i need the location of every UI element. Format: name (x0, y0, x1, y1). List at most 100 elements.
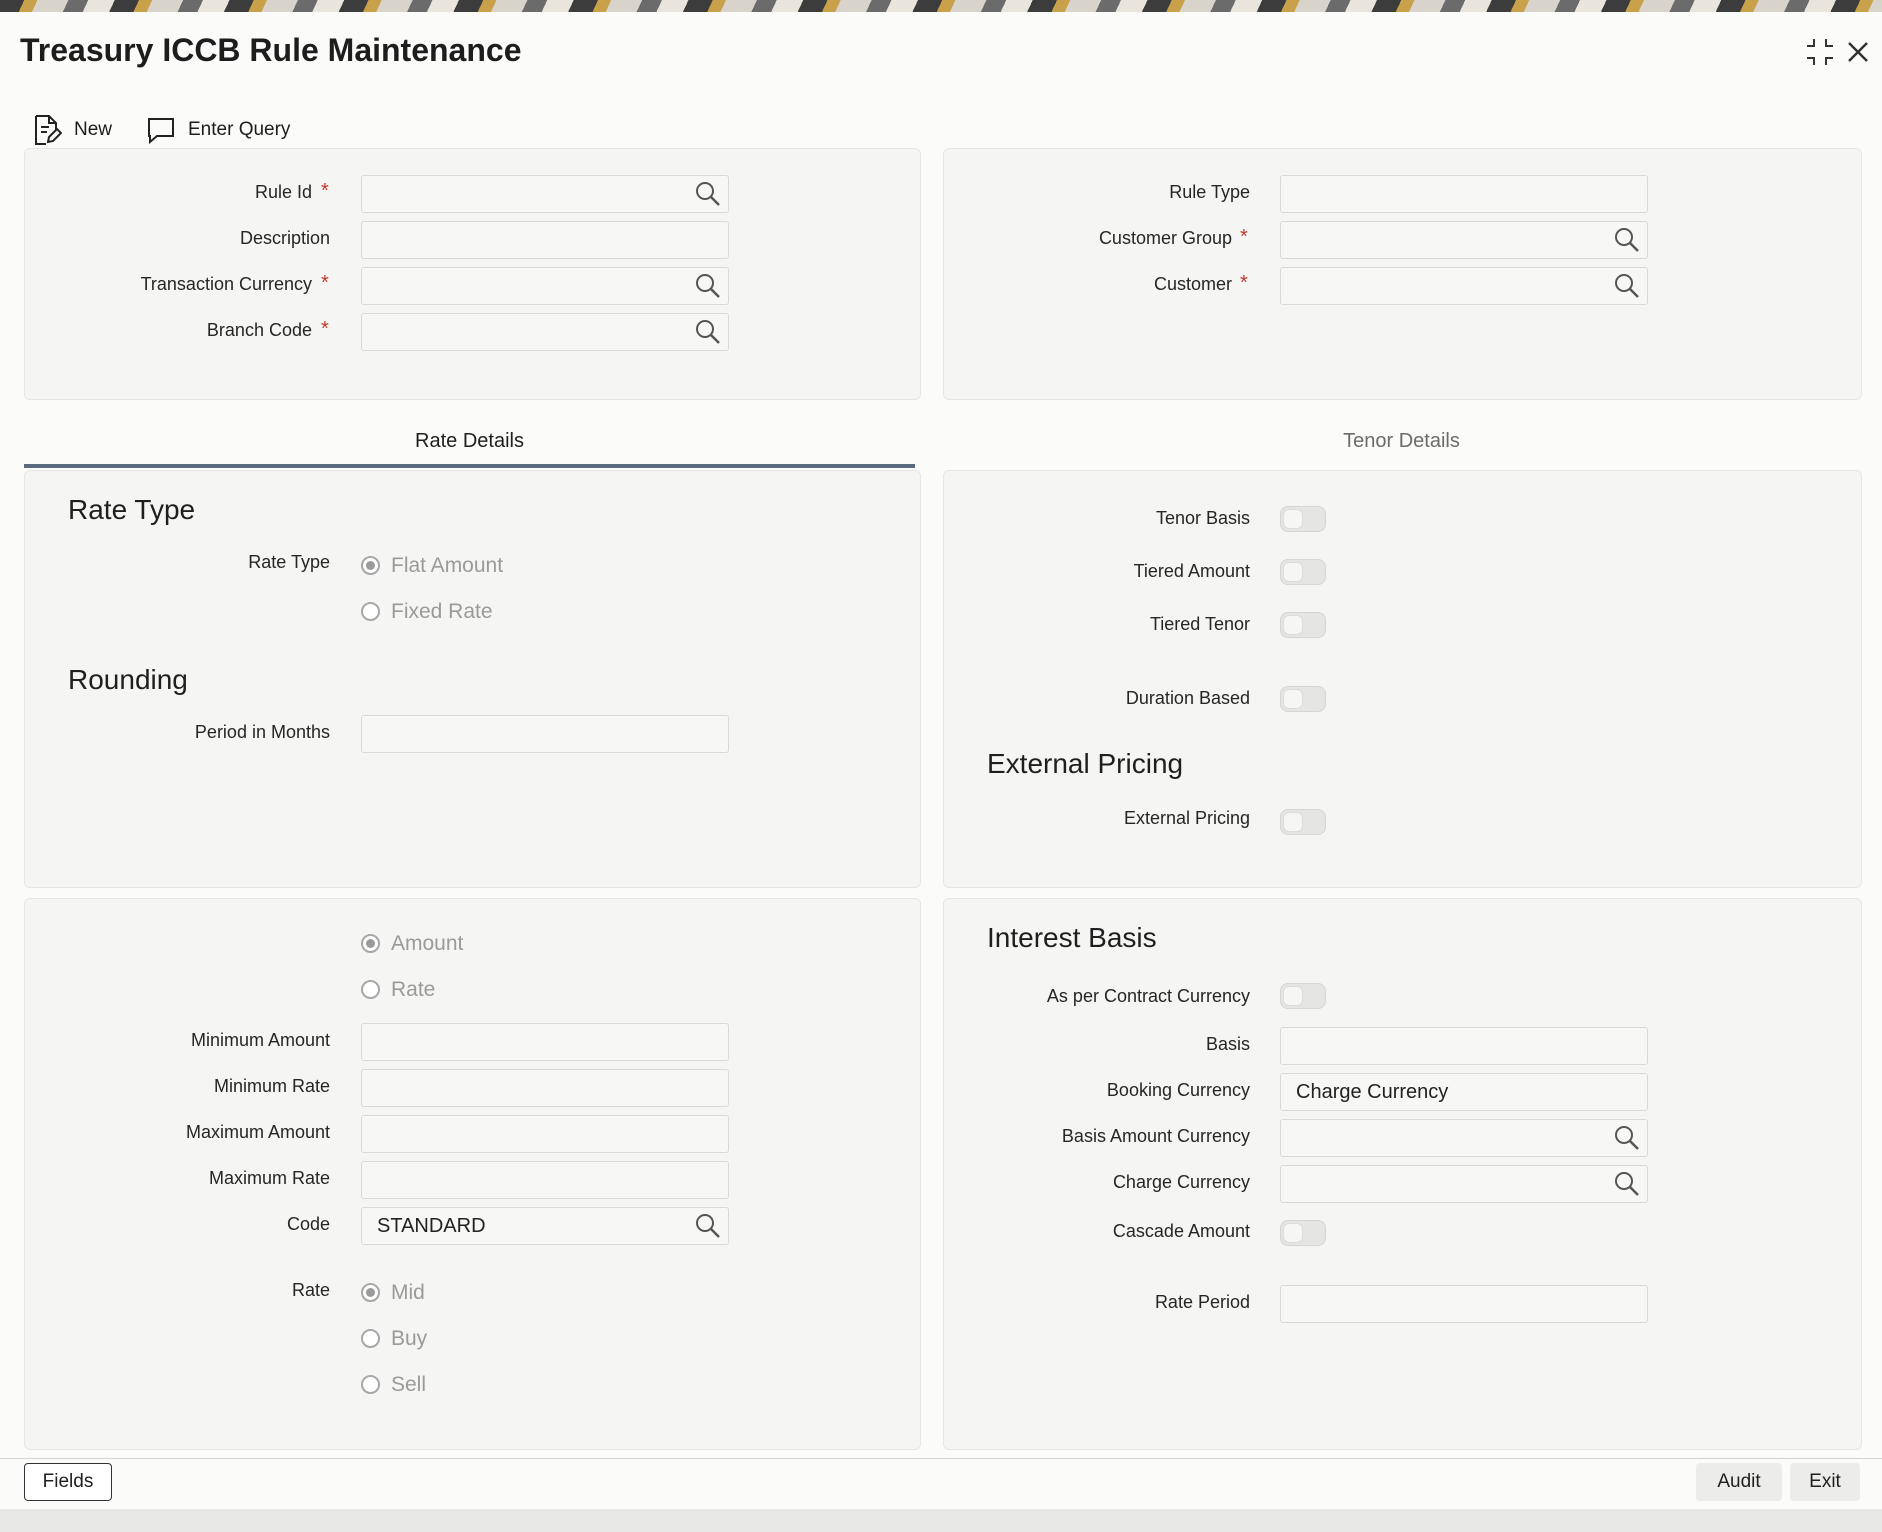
charge-currency-label: Charge Currency (1112, 1172, 1250, 1192)
transaction-currency-input[interactable] (361, 267, 729, 305)
rate-type-label: Rate Type (248, 552, 330, 572)
search-icon[interactable] (694, 1212, 722, 1240)
tenor-basis-toggle[interactable] (1280, 506, 1326, 532)
basis-amount-currency-label: Basis Amount Currency (1061, 1126, 1250, 1146)
branch-code-input[interactable] (361, 313, 729, 351)
charge-currency-input[interactable] (1280, 1165, 1648, 1203)
customer-group-input[interactable] (1280, 221, 1648, 259)
mid-option-label: Mid (391, 1281, 425, 1304)
maximize-icon[interactable] (1804, 36, 1836, 68)
rate-radio[interactable] (361, 980, 380, 999)
maximum-rate-label: Maximum Rate (208, 1168, 330, 1188)
active-tab-indicator (24, 464, 915, 468)
code-input[interactable]: STANDARD (361, 1207, 729, 1245)
exit-button[interactable]: Exit (1790, 1463, 1860, 1501)
rate-type-heading: Rate Type (68, 494, 196, 525)
rate-period-input[interactable] (1280, 1285, 1648, 1323)
flat-amount-label: Flat Amount (391, 554, 504, 577)
external-pricing-toggle[interactable] (1280, 809, 1326, 835)
basis-input[interactable] (1280, 1027, 1648, 1065)
required-marker: * (1240, 226, 1248, 248)
fixed-rate-radio[interactable] (361, 602, 380, 621)
maximum-amount-input[interactable] (361, 1115, 729, 1153)
minimum-amount-label: Minimum Amount (190, 1030, 330, 1050)
top-banner (0, 0, 1882, 12)
mid-radio[interactable] (361, 1283, 380, 1302)
required-marker: * (321, 272, 329, 294)
code-label: Code (286, 1214, 330, 1234)
new-document-icon (35, 115, 62, 145)
maximum-rate-input[interactable] (361, 1161, 729, 1199)
basis-amount-currency-input[interactable] (1280, 1119, 1648, 1157)
flat-amount-radio[interactable] (361, 556, 380, 575)
duration-based-toggle[interactable] (1280, 686, 1326, 712)
customer-input[interactable] (1280, 267, 1648, 305)
rounding-heading: Rounding (68, 664, 188, 695)
new-button[interactable]: New (32, 110, 112, 150)
branch-code-label: Branch Code (206, 320, 312, 340)
minimum-amount-input[interactable] (361, 1023, 729, 1061)
cascade-amount-toggle[interactable] (1280, 1220, 1326, 1246)
rule-id-label: Rule Id (254, 182, 312, 202)
fields-button[interactable]: Fields (24, 1463, 112, 1501)
required-marker: * (1240, 272, 1248, 294)
booking-currency-label: Booking Currency (1106, 1080, 1250, 1100)
footer-bar (0, 1458, 1882, 1509)
maximum-amount-label: Maximum Amount (185, 1122, 330, 1142)
cascade-amount-label: Cascade Amount (1112, 1221, 1250, 1241)
sell-option-label: Sell (391, 1373, 427, 1396)
as-per-contract-currency-toggle[interactable] (1280, 983, 1326, 1009)
new-label: New (74, 119, 113, 140)
search-icon[interactable] (1613, 1170, 1641, 1198)
close-icon[interactable] (1842, 36, 1874, 68)
search-icon[interactable] (694, 180, 722, 208)
amount-option-label: Amount (391, 932, 464, 955)
rate-option-label: Rate (391, 978, 436, 1001)
search-icon[interactable] (694, 272, 722, 300)
speech-bubble-icon (148, 118, 174, 145)
fixed-rate-label: Fixed Rate (391, 600, 493, 623)
tiered-amount-toggle[interactable] (1280, 559, 1326, 585)
interest-basis-heading: Interest Basis (987, 922, 1157, 953)
amount-radio[interactable] (361, 934, 380, 953)
page-title: Treasury ICCB Rule Maintenance (20, 32, 522, 68)
basis-label: Basis (1205, 1034, 1250, 1054)
search-icon[interactable] (1613, 1124, 1641, 1152)
tiered-amount-label: Tiered Amount (1133, 561, 1250, 581)
minimum-rate-label: Minimum Rate (213, 1076, 330, 1096)
rule-id-input[interactable] (361, 175, 729, 213)
period-in-months-input[interactable] (361, 715, 729, 753)
customer-label: Customer (1153, 274, 1232, 294)
required-marker: * (321, 318, 329, 340)
external-pricing-label: External Pricing (1123, 808, 1250, 828)
customer-group-label: Customer Group (1098, 228, 1232, 248)
transaction-currency-label: Transaction Currency (140, 274, 312, 294)
description-label: Description (239, 228, 330, 248)
rate-label: Rate (291, 1280, 330, 1300)
search-icon[interactable] (694, 318, 722, 346)
buy-option-label: Buy (391, 1327, 428, 1350)
minimum-rate-input[interactable] (361, 1069, 729, 1107)
enter-query-label: Enter Query (188, 119, 291, 140)
rule-type-label: Rule Type (1169, 182, 1250, 202)
required-marker: * (321, 180, 329, 202)
tab-rate-details[interactable]: Rate Details (24, 430, 915, 453)
as-per-contract-currency-label: As per Contract Currency (1046, 986, 1250, 1006)
description-input[interactable] (361, 221, 729, 259)
main-window: Treasury ICCB Rule Maintenance New Enter… (0, 12, 1882, 1509)
tenor-basis-label: Tenor Basis (1155, 508, 1250, 528)
external-pricing-heading: External Pricing (987, 748, 1184, 779)
tiered-tenor-toggle[interactable] (1280, 612, 1326, 638)
rule-type-input[interactable] (1280, 175, 1648, 213)
buy-radio[interactable] (361, 1329, 380, 1348)
tab-tenor-details[interactable]: Tenor Details (943, 430, 1860, 453)
duration-based-label: Duration Based (1125, 688, 1250, 708)
booking-currency-select[interactable]: Charge Currency (1280, 1073, 1648, 1111)
period-in-months-label: Period in Months (194, 722, 330, 742)
enter-query-button[interactable]: Enter Query (146, 110, 290, 150)
search-icon[interactable] (1613, 226, 1641, 254)
tiered-tenor-label: Tiered Tenor (1149, 614, 1250, 634)
audit-button[interactable]: Audit (1696, 1463, 1782, 1501)
sell-radio[interactable] (361, 1375, 380, 1394)
search-icon[interactable] (1613, 272, 1641, 300)
